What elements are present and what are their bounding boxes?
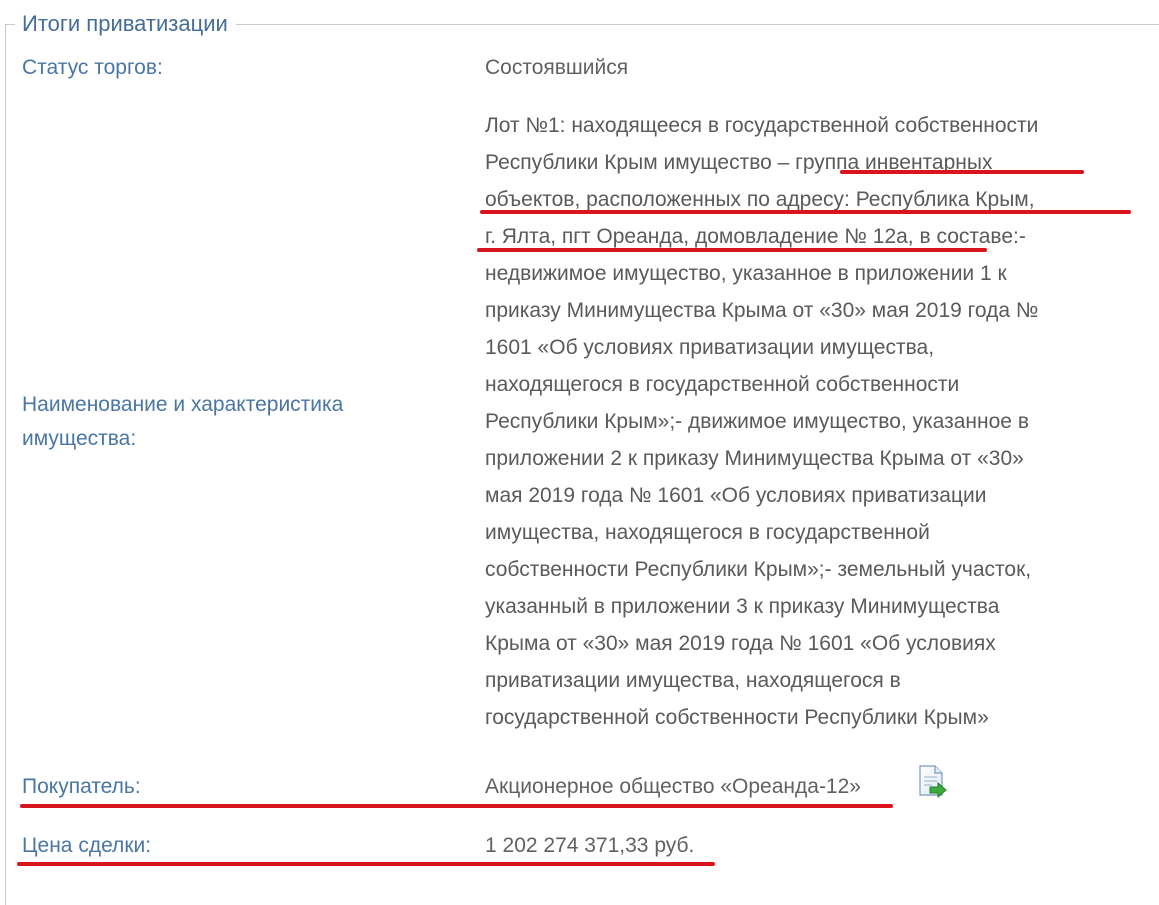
- price-label: Цена сделки:: [22, 834, 152, 857]
- property-description-line: приложении 2 к приказу Минимущества Крым…: [485, 447, 1024, 470]
- price-value: 1 202 274 371,33 руб.: [485, 834, 695, 857]
- highlight-underline: [840, 170, 1084, 174]
- property-label-line-1: Наименование и характеристика: [22, 393, 344, 416]
- property-label-line-2: имущества:: [22, 427, 137, 450]
- property-description-line: находящегося в государственной собственн…: [485, 373, 960, 396]
- highlight-underline: [480, 210, 1131, 214]
- property-description-line: Республики Крым имущество – группа инвен…: [485, 151, 993, 174]
- buyer-label: Покупатель:: [22, 775, 141, 798]
- highlight-underline: [20, 804, 893, 808]
- property-description-line: указанный в приложении 3 к приказу Миним…: [485, 595, 1000, 618]
- property-description-line: Республики Крым»;- движимое имущество, у…: [485, 410, 1029, 433]
- property-description-line: 1601 «Об условиях приватизации имущества…: [485, 336, 935, 359]
- property-description-line: приказу Минимущества Крыма от «30» мая 2…: [485, 299, 1039, 322]
- highlight-underline: [17, 862, 715, 866]
- property-description-line: Лот №1: находящееся в государственной со…: [485, 114, 1039, 137]
- property-description-line: мая 2019 года № 1601 «Об условиях приват…: [485, 484, 987, 507]
- document-export-icon[interactable]: [917, 765, 947, 799]
- section-title: Итоги приватизации: [15, 10, 236, 38]
- property-description-line: Крыма от «30» мая 2019 года № 1601 «Об у…: [485, 632, 996, 655]
- status-label: Статус торгов:: [22, 56, 163, 79]
- property-description-line: собственности Республики Крым»;- земельн…: [485, 558, 1032, 581]
- property-description-line: недвижимое имущество, указанное в прилож…: [485, 262, 1007, 285]
- status-value: Состоявшийся: [485, 56, 629, 79]
- highlight-underline: [477, 248, 987, 252]
- property-description-line: имущества, находящегося в государственно…: [485, 521, 930, 544]
- buyer-value: Акционерное общество «Ореанда-12»: [485, 775, 861, 798]
- property-description-line: государственной собственности Республики…: [485, 706, 989, 729]
- property-description-line: приватизации имущества, находящегося в: [485, 669, 901, 692]
